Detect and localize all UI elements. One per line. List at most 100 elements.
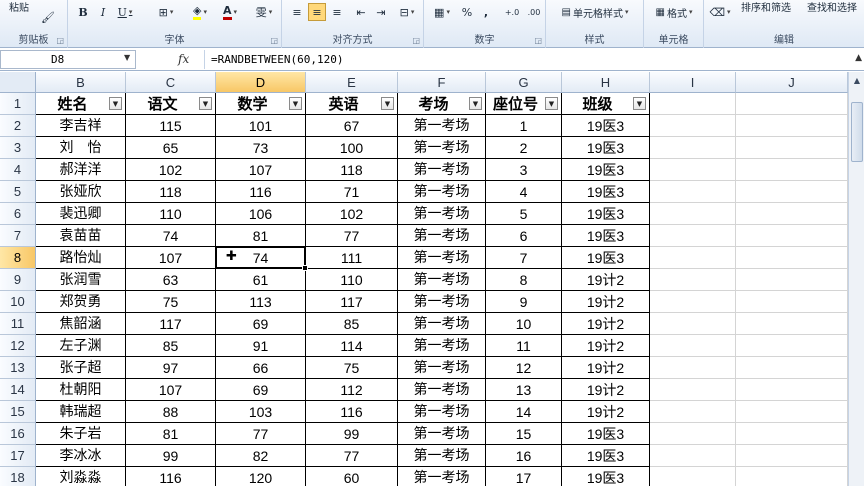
row-header[interactable]: 4 — [0, 159, 36, 181]
cell-j10[interactable] — [736, 291, 848, 313]
cell-e14[interactable]: 112 — [306, 379, 398, 401]
filter-dropdown-icon[interactable]: ▼ — [289, 97, 302, 110]
filter-dropdown-icon[interactable]: ▼ — [199, 97, 212, 110]
name-box[interactable]: D8 — [0, 50, 136, 69]
cell-c5[interactable]: 118 — [126, 181, 216, 203]
cell-j15[interactable] — [736, 401, 848, 423]
align-right-icon[interactable]: ≡ — [328, 3, 346, 21]
cell-d7[interactable]: 81 — [216, 225, 306, 247]
cell-c17[interactable]: 99 — [126, 445, 216, 467]
clear-button[interactable]: ⌫ ▾ — [708, 3, 732, 21]
cell-b10[interactable]: 郑贺勇 — [36, 291, 126, 313]
column-header-j[interactable]: J — [736, 72, 848, 93]
row-header[interactable]: 11 — [0, 313, 36, 335]
cell-d12[interactable]: 91 — [216, 335, 306, 357]
cell-h13[interactable]: 19计2 — [562, 357, 650, 379]
row-header[interactable]: 7 — [0, 225, 36, 247]
cell-f5[interactable]: 第一考场 — [398, 181, 486, 203]
table-header-cell[interactable]: 姓名 ▼ — [36, 93, 126, 115]
cell-d18[interactable]: 120 — [216, 467, 306, 486]
cell-i6[interactable] — [650, 203, 736, 225]
cell-e18[interactable]: 60 — [306, 467, 398, 486]
cell-h6[interactable]: 19医3 — [562, 203, 650, 225]
cell-d14[interactable]: 69 — [216, 379, 306, 401]
cell-i5[interactable] — [650, 181, 736, 203]
cell-b8[interactable]: 路怡灿 — [36, 247, 126, 269]
row-header[interactable]: 15 — [0, 401, 36, 423]
cell-c18[interactable]: 116 — [126, 467, 216, 486]
row-header[interactable]: 14 — [0, 379, 36, 401]
cell-h12[interactable]: 19计2 — [562, 335, 650, 357]
column-header-f[interactable]: F — [398, 72, 486, 93]
cell-j9[interactable] — [736, 269, 848, 291]
cell-b17[interactable]: 李冰冰 — [36, 445, 126, 467]
table-header-cell[interactable]: 座位号 ▼ — [486, 93, 562, 115]
cell-d3[interactable]: 73 — [216, 137, 306, 159]
cell-f9[interactable]: 第一考场 — [398, 269, 486, 291]
cell-e17[interactable]: 77 — [306, 445, 398, 467]
cell-e12[interactable]: 114 — [306, 335, 398, 357]
increase-indent-icon[interactable]: ⇥ — [372, 3, 390, 21]
cell-g16[interactable]: 15 — [486, 423, 562, 445]
cell-h7[interactable]: 19医3 — [562, 225, 650, 247]
cell-b3[interactable]: 刘 怡 — [36, 137, 126, 159]
cell-h15[interactable]: 19计2 — [562, 401, 650, 423]
row-header[interactable]: 8 — [0, 247, 36, 269]
row-header[interactable]: 18 — [0, 467, 36, 486]
cell-e13[interactable]: 75 — [306, 357, 398, 379]
filter-dropdown-icon[interactable]: ▼ — [545, 97, 558, 110]
cell-f11[interactable]: 第一考场 — [398, 313, 486, 335]
cell-b5[interactable]: 张娅欣 — [36, 181, 126, 203]
percent-button[interactable]: % — [458, 3, 476, 21]
cell-f10[interactable]: 第一考场 — [398, 291, 486, 313]
cell-b7[interactable]: 袁苗苗 — [36, 225, 126, 247]
cell-g3[interactable]: 2 — [486, 137, 562, 159]
scroll-up-icon[interactable]: ▲ — [850, 74, 864, 88]
cell-h2[interactable]: 19医3 — [562, 115, 650, 137]
cell-c4[interactable]: 102 — [126, 159, 216, 181]
cell-h16[interactable]: 19医3 — [562, 423, 650, 445]
cell-c2[interactable]: 115 — [126, 115, 216, 137]
cell-e10[interactable]: 117 — [306, 291, 398, 313]
cell-j4[interactable] — [736, 159, 848, 181]
cell-b12[interactable]: 左子渊 — [36, 335, 126, 357]
cell-h4[interactable]: 19医3 — [562, 159, 650, 181]
cell-i15[interactable] — [650, 401, 736, 423]
cell-f13[interactable]: 第一考场 — [398, 357, 486, 379]
merge-center-button[interactable]: ⊟ ▾ — [394, 3, 420, 21]
comma-button[interactable]: , — [478, 3, 494, 21]
formula-input[interactable]: =RANDBETWEEN(60,120) — [204, 50, 850, 69]
cell-f16[interactable]: 第一考场 — [398, 423, 486, 445]
cell-h3[interactable]: 19医3 — [562, 137, 650, 159]
underline-button[interactable]: U ▾ — [114, 3, 136, 21]
cell-f14[interactable]: 第一考场 — [398, 379, 486, 401]
cell-h11[interactable]: 19计2 — [562, 313, 650, 335]
cell-f12[interactable]: 第一考场 — [398, 335, 486, 357]
cell-e4[interactable]: 118 — [306, 159, 398, 181]
cell-h8[interactable]: 19医3 — [562, 247, 650, 269]
cell-e16[interactable]: 99 — [306, 423, 398, 445]
cell-c3[interactable]: 65 — [126, 137, 216, 159]
cell-f4[interactable]: 第一考场 — [398, 159, 486, 181]
chevron-down-icon[interactable]: ▼ — [124, 53, 130, 62]
bold-button[interactable]: B — [74, 3, 92, 21]
italic-button[interactable]: I — [94, 3, 112, 21]
cell-h9[interactable]: 19计2 — [562, 269, 650, 291]
column-header-d[interactable]: D — [216, 72, 306, 93]
table-header-cell[interactable]: 班级 ▼ — [562, 93, 650, 115]
cell-f6[interactable]: 第一考场 — [398, 203, 486, 225]
column-header-g[interactable]: G — [486, 72, 562, 93]
dialog-launcher-icon[interactable]: ◲ — [56, 36, 64, 45]
decrease-indent-icon[interactable]: ⇤ — [352, 3, 370, 21]
cell-g13[interactable]: 12 — [486, 357, 562, 379]
cell-e9[interactable]: 110 — [306, 269, 398, 291]
format-painter-icon[interactable]: 🖌 — [38, 8, 58, 26]
font-color-button[interactable]: A ▾ — [216, 3, 244, 21]
cell-j18[interactable] — [736, 467, 848, 486]
cell-c14[interactable]: 107 — [126, 379, 216, 401]
cell-e15[interactable]: 116 — [306, 401, 398, 423]
scrollbar-thumb[interactable] — [851, 102, 863, 162]
cell-h18[interactable]: 19医3 — [562, 467, 650, 486]
cell-b13[interactable]: 张子超 — [36, 357, 126, 379]
expand-formula-bar-icon[interactable]: ▲ — [855, 53, 862, 63]
